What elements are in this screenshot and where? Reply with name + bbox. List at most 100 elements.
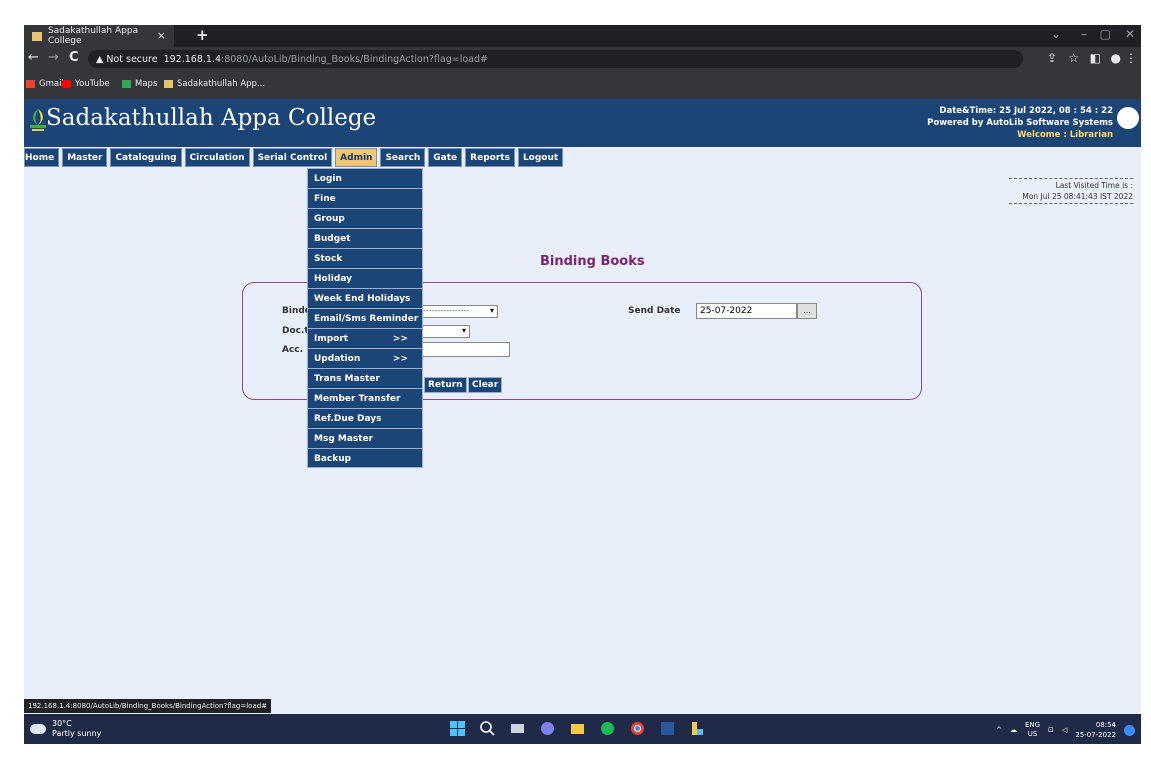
admin-dropdown-menu: Login Fine Group Budget Stock Holiday We…: [307, 168, 423, 468]
partly-sunny-icon: [30, 724, 46, 734]
url-path: :8080/AutoLib/Binding_Books/BindingActio…: [221, 53, 488, 65]
menu-reports[interactable]: Reports: [465, 148, 515, 167]
menu-search[interactable]: Search: [380, 148, 426, 167]
menu-master[interactable]: Master: [62, 148, 108, 167]
admin-item-budget[interactable]: Budget: [307, 228, 423, 248]
send-date-input[interactable]: 25-07-2022: [696, 303, 797, 319]
clock-time: 08:54: [1095, 721, 1116, 729]
screen: Sadakathullah Appa College × + ⌄ – ▢ ✕ ←…: [24, 25, 1141, 744]
admin-item-group[interactable]: Group: [307, 208, 423, 228]
menu-admin[interactable]: Admin: [335, 148, 378, 167]
close-tab-icon[interactable]: ×: [157, 29, 166, 42]
college-favicon-icon: [32, 31, 42, 41]
file-explorer-icon[interactable]: [570, 721, 585, 736]
admin-item-trans-master[interactable]: Trans Master: [307, 368, 423, 388]
restore-icon[interactable]: ▢: [1100, 27, 1111, 41]
reload-button[interactable]: C: [69, 50, 79, 65]
menu-circulation[interactable]: Circulation: [184, 148, 250, 167]
bookmarks-bar: Gmail YouTube Maps Sadakathullah App...: [24, 71, 1141, 99]
more-menu-icon[interactable]: ⋮: [1125, 51, 1137, 65]
app-icon[interactable]: [690, 721, 705, 736]
last-visited-value: Mon Jul 25 08:41:43 IST 2022: [1022, 192, 1133, 201]
maps-icon: [122, 80, 131, 88]
chevron-down-icon: ▾: [461, 326, 466, 335]
share-icon[interactable]: ⇪: [1047, 51, 1057, 65]
task-view-icon[interactable]: [510, 721, 525, 736]
minimize-icon[interactable]: –: [1081, 27, 1087, 41]
doctype-select[interactable]: ▾: [420, 325, 470, 338]
binder-select[interactable]: ---------------- ▾: [420, 305, 498, 318]
admin-item-fine[interactable]: Fine: [307, 188, 423, 208]
language-indicator[interactable]: ENG US: [1025, 721, 1040, 739]
new-tab-button[interactable]: +: [196, 26, 209, 44]
cloud-icon[interactable]: ☁: [1010, 726, 1017, 734]
menu-logout[interactable]: Logout: [517, 148, 564, 167]
admin-item-holiday[interactable]: Holiday: [307, 268, 423, 288]
datetime-label: Date&Time:: [939, 106, 997, 116]
clock[interactable]: 08:54 25-07-2022: [1075, 720, 1116, 740]
chrome-icon[interactable]: [630, 721, 645, 736]
admin-item-import[interactable]: Import >>: [307, 328, 423, 348]
admin-item-msg-master[interactable]: Msg Master: [307, 428, 423, 448]
chevron-down-icon: ▾: [489, 306, 494, 315]
accno-input[interactable]: [420, 342, 510, 357]
menu-gate[interactable]: Gate: [428, 148, 463, 167]
powered-by: Powered by AutoLib Software Systems: [927, 118, 1113, 128]
windows-start-icon[interactable]: [450, 721, 465, 736]
college-favicon-icon: [164, 80, 173, 88]
bookmark-gmail[interactable]: Gmail: [26, 79, 64, 89]
admin-item-week-end-holidays[interactable]: Week End Holidays: [307, 288, 423, 308]
admin-item-stock[interactable]: Stock: [307, 248, 423, 268]
weather-text: Partly sunny: [52, 729, 102, 738]
calendar-button[interactable]: ...: [797, 303, 817, 319]
gmail-icon: [26, 80, 35, 88]
teams-chat-icon[interactable]: [540, 721, 555, 736]
youtube-icon: [62, 80, 71, 88]
back-button[interactable]: ←: [28, 50, 39, 65]
menu-home[interactable]: Home: [24, 148, 60, 167]
user-avatar[interactable]: [1115, 105, 1141, 131]
side-panel-icon[interactable]: ◧: [1090, 51, 1101, 65]
notification-icon[interactable]: [1124, 724, 1135, 736]
volume-icon[interactable]: ◁: [1062, 726, 1067, 734]
admin-item-updation[interactable]: Updation >>: [307, 348, 423, 368]
menu-cataloguing[interactable]: Cataloguing: [110, 148, 182, 167]
browser-tab[interactable]: Sadakathullah Appa College ×: [24, 25, 174, 47]
bookmark-youtube[interactable]: YouTube: [62, 79, 110, 89]
browser-tab-bar: Sadakathullah Appa College × + ⌄ – ▢ ✕: [24, 25, 1141, 47]
menu-serial-control[interactable]: Serial Control: [252, 148, 333, 167]
datetime-value: 25 Jul 2022, 08 : 54 : 22: [999, 106, 1113, 116]
submenu-arrow-icon: >>: [392, 354, 408, 364]
search-icon[interactable]: [480, 721, 495, 736]
url-host: 192.168.1.4: [163, 53, 221, 65]
admin-item-ref-due-days[interactable]: Ref.Due Days: [307, 408, 423, 428]
close-window-icon[interactable]: ✕: [1125, 27, 1135, 41]
bookmark-college[interactable]: Sadakathullah App...: [164, 79, 265, 89]
admin-item-member-transfer[interactable]: Member Transfer: [307, 388, 423, 408]
tab-search-icon[interactable]: ⌄: [1051, 27, 1061, 41]
forward-button[interactable]: →: [48, 50, 59, 65]
bookmark-star-icon[interactable]: ☆: [1068, 51, 1079, 65]
welcome-label: Welcome: [1017, 130, 1061, 140]
last-visited-time: Last Visited Time is : Mon Jul 25 08:41:…: [1009, 178, 1133, 204]
last-visited-label: Last Visited Time is :: [1055, 181, 1133, 190]
address-bar[interactable]: ▲ Not secure 192.168.1.4 :8080/AutoLib/B…: [88, 50, 1023, 68]
bookmark-maps[interactable]: Maps: [122, 79, 157, 89]
admin-item-login[interactable]: Login: [307, 168, 423, 188]
admin-item-backup[interactable]: Backup: [307, 448, 423, 468]
network-icon[interactable]: ⊡: [1048, 726, 1054, 734]
profile-icon[interactable]: ●: [1111, 51, 1121, 65]
submenu-arrow-icon: >>: [392, 334, 408, 344]
spotify-icon[interactable]: [600, 721, 615, 736]
return-button[interactable]: Return: [424, 377, 467, 393]
word-icon[interactable]: [660, 721, 675, 736]
welcome-user: : Librarian: [1063, 130, 1113, 140]
chevron-up-icon[interactable]: ^: [996, 726, 1002, 734]
admin-item-email-sms-reminder[interactable]: Email/Sms Reminder: [307, 308, 423, 328]
temperature: 30°C: [52, 719, 72, 728]
main-menu-bar: Home Master Cataloguing Circulation Seri…: [24, 148, 566, 168]
clear-button[interactable]: Clear: [468, 377, 503, 393]
browser-toolbar: ← → C ▲ Not secure 192.168.1.4 :8080/Aut…: [24, 47, 1141, 71]
not-secure-badge[interactable]: ▲ Not secure: [96, 54, 158, 65]
weather-widget[interactable]: 30°C Partly sunny: [30, 719, 101, 739]
